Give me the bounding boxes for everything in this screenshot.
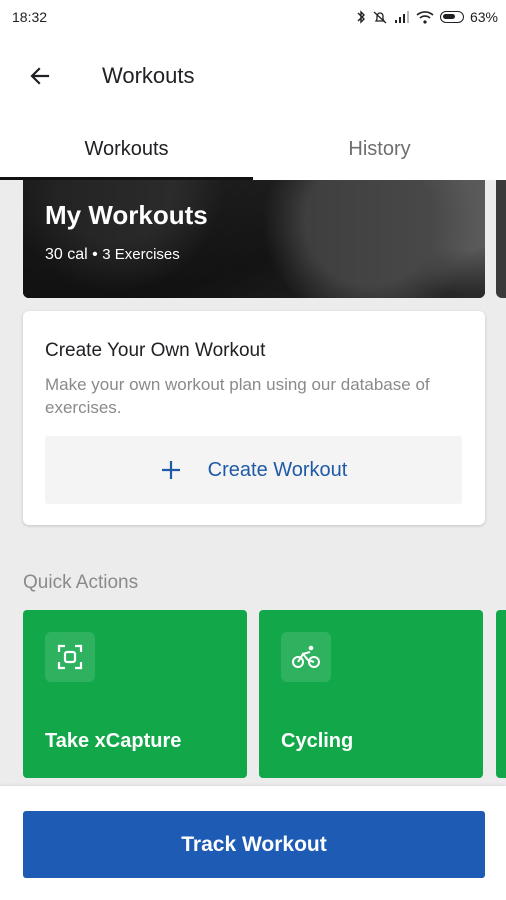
create-card-heading: Create Your Own Workout xyxy=(45,340,266,361)
tab-history[interactable]: History xyxy=(253,118,506,180)
status-icons: 63% xyxy=(356,9,498,25)
meta-separator: • xyxy=(92,246,98,263)
quick-action-peek[interactable] xyxy=(496,610,506,778)
scan-frame-icon xyxy=(57,644,83,670)
my-workouts-meta: 30 cal • 3 Exercises xyxy=(45,246,180,264)
create-card-description: Make your own workout plan using our dat… xyxy=(45,375,430,417)
status-time: 18:32 xyxy=(12,9,48,25)
create-workout-card: Create Your Own Workout Make your own wo… xyxy=(23,311,485,525)
plus-icon xyxy=(161,461,180,479)
quick-actions-heading: Quick Actions xyxy=(23,572,139,593)
battery-icon xyxy=(439,11,464,23)
quick-action-take-xcapture[interactable]: Take xCapture xyxy=(23,610,247,778)
quick-action-label: Cycling xyxy=(281,730,354,752)
next-workout-card-peek[interactable] xyxy=(496,180,506,298)
back-button[interactable] xyxy=(20,56,60,96)
status-bar: 18:32 63% xyxy=(0,0,506,34)
quick-action-cycling[interactable]: Cycling xyxy=(259,610,483,778)
page-title: Workouts xyxy=(102,63,195,88)
tab-bar: Workouts History xyxy=(0,118,506,180)
my-workouts-title: My Workouts xyxy=(45,200,208,230)
my-workouts-card[interactable]: My Workouts 30 cal • 3 Exercises xyxy=(23,180,485,298)
bluetooth-icon xyxy=(356,10,366,24)
bicycle-icon xyxy=(292,645,320,668)
workout-calories: 30 cal xyxy=(45,246,88,263)
workout-exercise-count: 3 Exercises xyxy=(102,246,180,263)
arrow-left-icon xyxy=(30,67,50,85)
track-workout-button[interactable]: Track Workout xyxy=(23,811,485,878)
quick-action-label: Take xCapture xyxy=(45,730,182,752)
bottom-bar: Track Workout xyxy=(0,786,506,900)
mute-icon xyxy=(372,10,388,24)
signal-icon xyxy=(394,11,410,23)
create-workout-label: Create Workout xyxy=(207,458,348,481)
create-workout-button[interactable]: Create Workout xyxy=(45,436,462,504)
tab-workouts[interactable]: Workouts xyxy=(0,118,253,180)
wifi-icon xyxy=(416,10,434,24)
battery-percent: 63% xyxy=(469,9,498,25)
app-bar: Workouts xyxy=(0,34,506,118)
main-content[interactable]: My Workouts 30 cal • 3 Exercises Create … xyxy=(0,180,506,786)
